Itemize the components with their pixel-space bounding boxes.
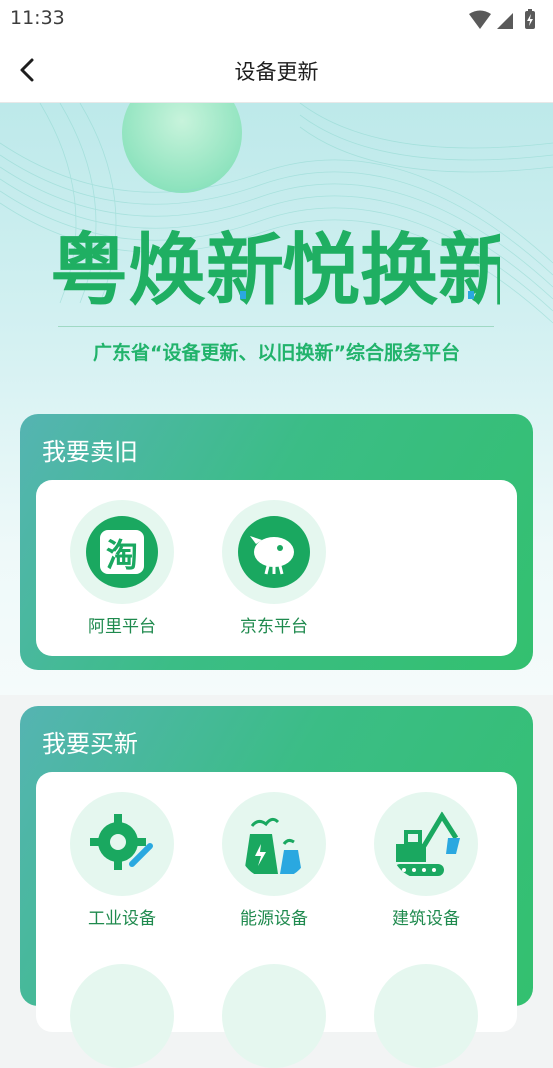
sell-item-jd[interactable]: 京东平台 <box>204 500 344 640</box>
buy-card: 我要买新 工业设备 能源设备 建筑设备 <box>20 706 533 1068</box>
logo-right-text: 悦换新 <box>282 226 500 311</box>
status-time: 11:33 <box>10 7 65 29</box>
wifi-signal-battery-icon <box>469 9 535 29</box>
sell-card: 我要卖旧 淘 阿里平台 京东平台 <box>20 414 533 670</box>
logo-left-text: 粤焕新 <box>50 226 284 311</box>
icon-background-partial <box>70 964 174 1068</box>
icon-background: 淘 <box>70 500 174 604</box>
icon-background <box>222 500 326 604</box>
buy-card-body: 工业设备 能源设备 建筑设备 <box>36 772 517 1068</box>
buy-item-industrial[interactable]: 工业设备 <box>52 792 192 932</box>
jd-dog-icon <box>238 516 310 588</box>
sell-item-label: 京东平台 <box>240 617 308 637</box>
icon-background <box>70 792 174 896</box>
taobao-icon: 淘 <box>86 516 158 588</box>
tagline-divider <box>58 326 494 327</box>
icon-background <box>222 792 326 896</box>
power-plant-icon <box>244 817 302 874</box>
tagline: 广东省“设备更新、以旧换新”综合服务平台 <box>93 342 460 364</box>
sell-card-title: 我要卖旧 <box>42 438 138 466</box>
status-icons <box>467 9 543 35</box>
buy-item-energy[interactable]: 能源设备 <box>204 792 344 932</box>
excavator-icon <box>394 811 460 876</box>
taobao-glyph: 淘 <box>106 536 138 574</box>
gear-wrench-icon <box>90 814 153 870</box>
page-title: 设备更新 <box>234 60 319 84</box>
buy-item-label: 建筑设备 <box>392 909 460 929</box>
hero-logo: 粤焕新 悦换新 <box>50 226 500 311</box>
sell-item-label: 阿里平台 <box>88 617 156 637</box>
status-bar: 11:33 <box>0 0 553 40</box>
sell-card-body: 淘 阿里平台 京东平台 <box>36 480 517 656</box>
buy-item-label: 工业设备 <box>88 909 156 929</box>
icon-background-partial <box>374 964 478 1068</box>
buy-item-label: 能源设备 <box>240 909 308 929</box>
sell-item-alibaba[interactable]: 淘 阿里平台 <box>52 500 192 640</box>
icon-background <box>374 792 478 896</box>
buy-card-title: 我要买新 <box>42 730 138 758</box>
buy-item-construction[interactable]: 建筑设备 <box>356 792 496 932</box>
nav-bar: 设备更新 <box>0 40 553 103</box>
icon-background-partial <box>222 964 326 1068</box>
